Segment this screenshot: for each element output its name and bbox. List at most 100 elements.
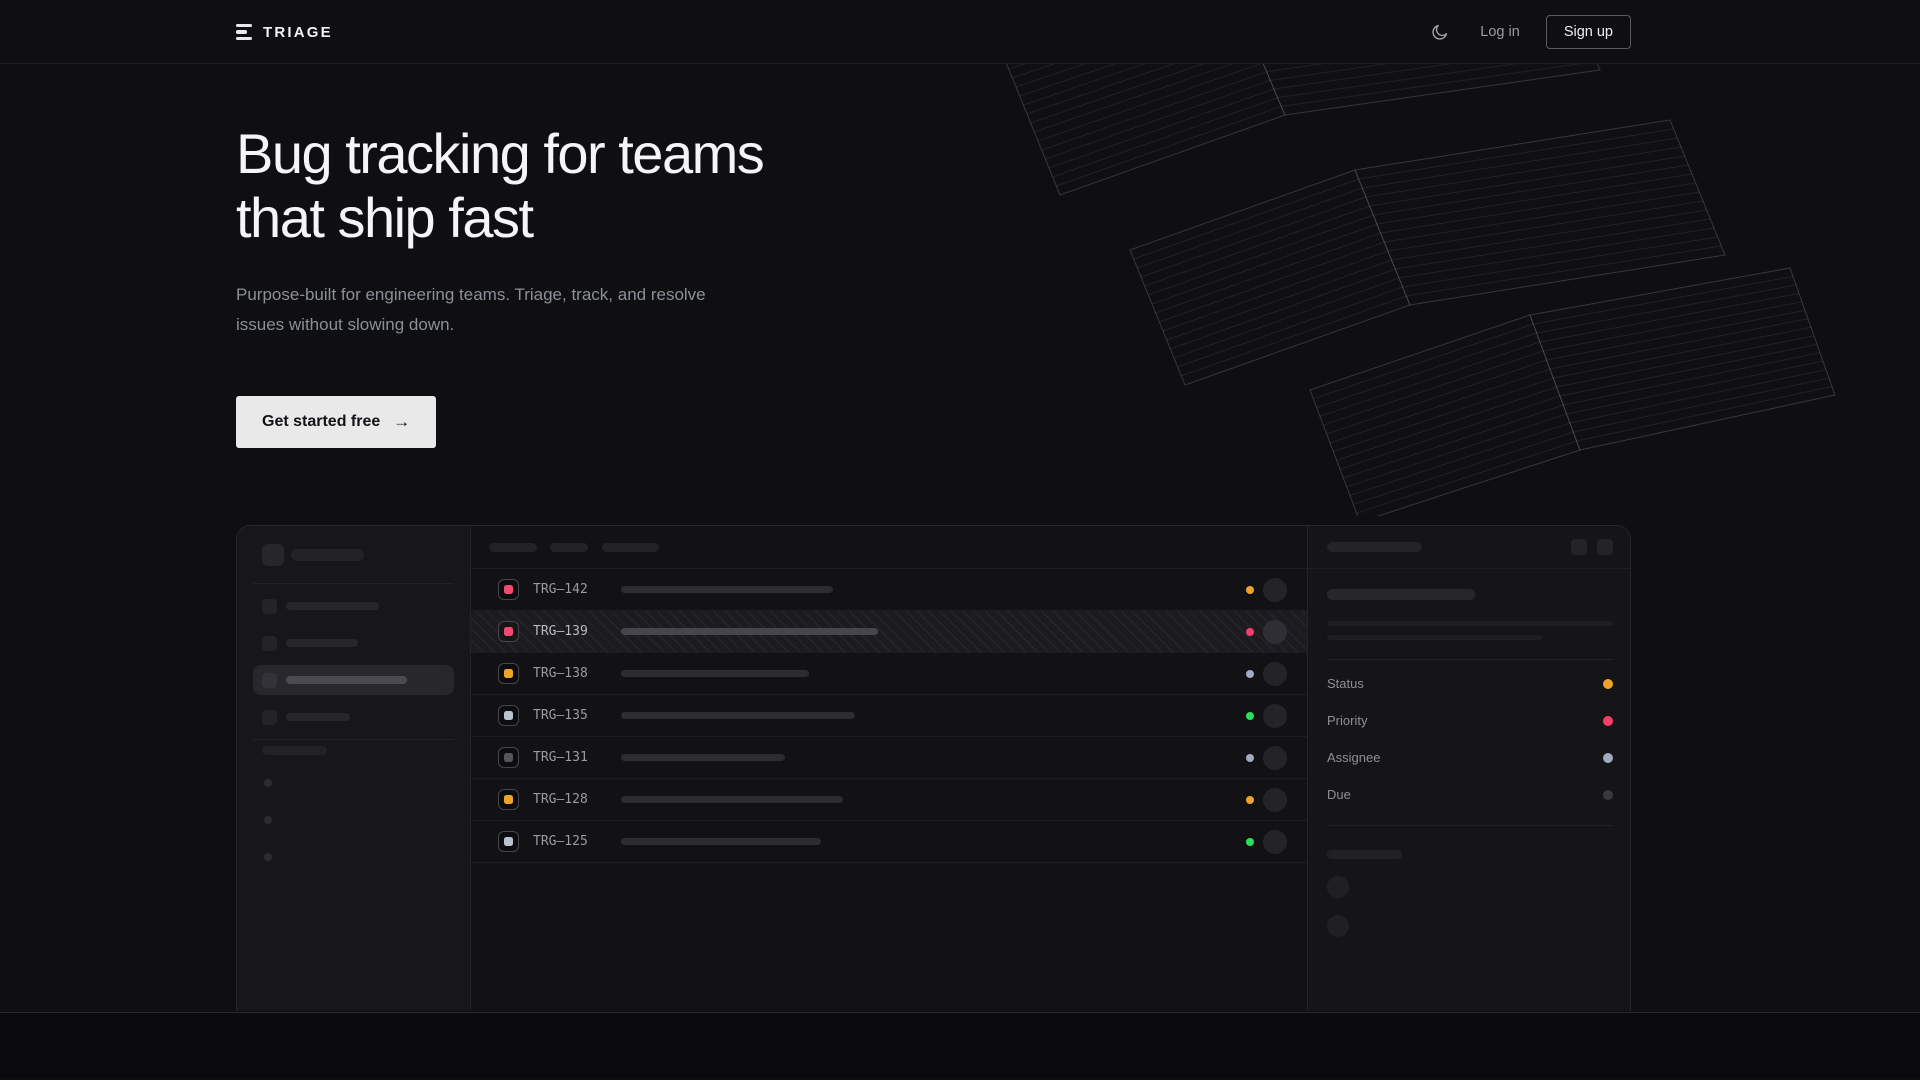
issue-title-skeleton xyxy=(621,754,785,761)
detail-header xyxy=(1308,526,1631,569)
issue-status-dot xyxy=(1246,586,1254,594)
issue-checkbox-fill xyxy=(504,669,513,678)
brand-name: TRIAGE xyxy=(263,24,333,41)
detail-field-value-dot xyxy=(1603,679,1613,689)
detail-text-skeleton xyxy=(1327,621,1613,626)
hero-heading: Bug tracking for teams that ship fast xyxy=(236,122,1631,250)
section-label-skeleton xyxy=(262,746,327,755)
issue-assignee-avatar xyxy=(1263,704,1287,728)
sidebar-item-icon-skeleton xyxy=(262,673,277,688)
issue-title-skeleton xyxy=(621,712,855,719)
filter-pill-skeleton xyxy=(489,543,537,552)
skeleton-bar xyxy=(291,549,364,561)
issue-status-dot xyxy=(1246,712,1254,720)
workspace-switcher-skeleton xyxy=(237,526,470,583)
issue-id: TRG–138 xyxy=(533,666,595,681)
issue-list-panel: TRG–142 TRG–139 TRG–138 TRG–135 TRG–131 xyxy=(471,526,1307,1011)
issue-row: TRG–135 xyxy=(471,695,1307,737)
hero-section: Bug tracking for teams that ship fast Pu… xyxy=(0,64,1920,1013)
issue-list-header xyxy=(471,526,1307,569)
issue-assignee-avatar xyxy=(1263,662,1287,686)
issue-title-skeleton xyxy=(621,796,843,803)
detail-field-row: Status xyxy=(1327,665,1613,702)
issue-id: TRG–142 xyxy=(533,582,595,597)
detail-text-skeleton xyxy=(1327,635,1542,640)
get-started-button[interactable]: Get started free → xyxy=(236,396,436,448)
issue-checkbox-fill xyxy=(504,711,513,720)
divider xyxy=(1327,659,1613,660)
issue-checkbox xyxy=(498,663,519,684)
issue-assignee-avatar xyxy=(1263,578,1287,602)
sidebar-item-skeleton xyxy=(253,591,454,621)
detail-field-row: Due xyxy=(1327,776,1613,813)
issue-status-dot xyxy=(1246,754,1254,762)
issue-status-dot xyxy=(1246,670,1254,678)
sidebar-dot-skeleton xyxy=(264,816,272,824)
brand: TRIAGE xyxy=(236,24,333,41)
get-started-label: Get started free xyxy=(262,413,380,431)
triage-logo-icon xyxy=(236,24,253,40)
issue-checkbox xyxy=(498,831,519,852)
issue-assignee-avatar xyxy=(1263,620,1287,644)
issue-checkbox xyxy=(498,579,519,600)
issue-id: TRG–139 xyxy=(533,624,595,639)
signup-button[interactable]: Sign up xyxy=(1546,15,1631,49)
theme-toggle-button[interactable] xyxy=(1424,17,1454,47)
issue-list-rows: TRG–142 TRG–139 TRG–138 TRG–135 TRG–131 xyxy=(471,569,1307,863)
activity-avatar-skeleton xyxy=(1327,876,1349,898)
activity-avatar-skeleton xyxy=(1327,915,1349,937)
divider xyxy=(1327,825,1613,826)
issue-title-skeleton xyxy=(621,586,833,593)
detail-action-button-skeleton xyxy=(1597,539,1613,555)
detail-field-value-dot xyxy=(1603,716,1613,726)
detail-field-label: Priority xyxy=(1327,713,1367,728)
issue-checkbox xyxy=(498,747,519,768)
app-mockup: TRG–142 TRG–139 TRG–138 TRG–135 TRG–131 xyxy=(236,525,1631,1011)
issue-status-dot xyxy=(1246,796,1254,804)
arrow-right-icon: → xyxy=(393,412,410,432)
issue-checkbox-fill xyxy=(504,585,513,594)
workspace-avatar-skeleton xyxy=(262,544,284,566)
issue-row: TRG–138 xyxy=(471,653,1307,695)
issue-status-dot xyxy=(1246,628,1254,636)
skeleton-bar xyxy=(286,676,407,684)
sidebar-dot-skeleton xyxy=(264,853,272,861)
issue-id: TRG–128 xyxy=(533,792,595,807)
top-nav: TRIAGE Log in Sign up xyxy=(0,0,1920,64)
issue-detail-panel: Status Priority Assignee Due xyxy=(1307,526,1631,1011)
issue-title-skeleton xyxy=(621,838,821,845)
issue-id: TRG–131 xyxy=(533,750,595,765)
login-link[interactable]: Log in xyxy=(1480,24,1520,40)
detail-field-value-dot xyxy=(1603,790,1613,800)
sidebar-item-icon-skeleton xyxy=(262,636,277,651)
issue-title-skeleton xyxy=(621,670,809,677)
issue-id: TRG–135 xyxy=(533,708,595,723)
detail-field-label: Due xyxy=(1327,787,1351,802)
detail-field-row: Priority xyxy=(1327,702,1613,739)
issue-checkbox xyxy=(498,705,519,726)
sidebar-item-skeleton xyxy=(253,628,454,658)
hero-heading-line1: Bug tracking for teams xyxy=(236,122,763,185)
issue-checkbox-fill xyxy=(504,795,513,804)
issue-id: TRG–125 xyxy=(533,834,595,849)
skeleton-bar xyxy=(1327,542,1422,552)
detail-field-value-dot xyxy=(1603,753,1613,763)
issue-checkbox-fill xyxy=(504,753,513,762)
detail-title-skeleton xyxy=(1327,589,1475,600)
skeleton-bar xyxy=(286,713,350,721)
mockup-sidebar xyxy=(237,526,471,1011)
detail-action-button-skeleton xyxy=(1571,539,1587,555)
issue-row: TRG–139 xyxy=(471,611,1307,653)
skeleton-bar xyxy=(286,602,379,610)
hero-subhead: Purpose-built for engineering teams. Tri… xyxy=(236,280,721,340)
issue-checkbox xyxy=(498,621,519,642)
divider xyxy=(253,739,454,740)
sidebar-item-icon-skeleton xyxy=(262,710,277,725)
sidebar-item-skeleton-active xyxy=(253,665,454,695)
sidebar-dot-skeleton xyxy=(264,779,272,787)
detail-field-label: Status xyxy=(1327,676,1364,691)
skeleton-bar xyxy=(286,639,358,647)
issue-checkbox-fill xyxy=(504,837,513,846)
issue-checkbox-fill xyxy=(504,627,513,636)
issue-row: TRG–142 xyxy=(471,569,1307,611)
